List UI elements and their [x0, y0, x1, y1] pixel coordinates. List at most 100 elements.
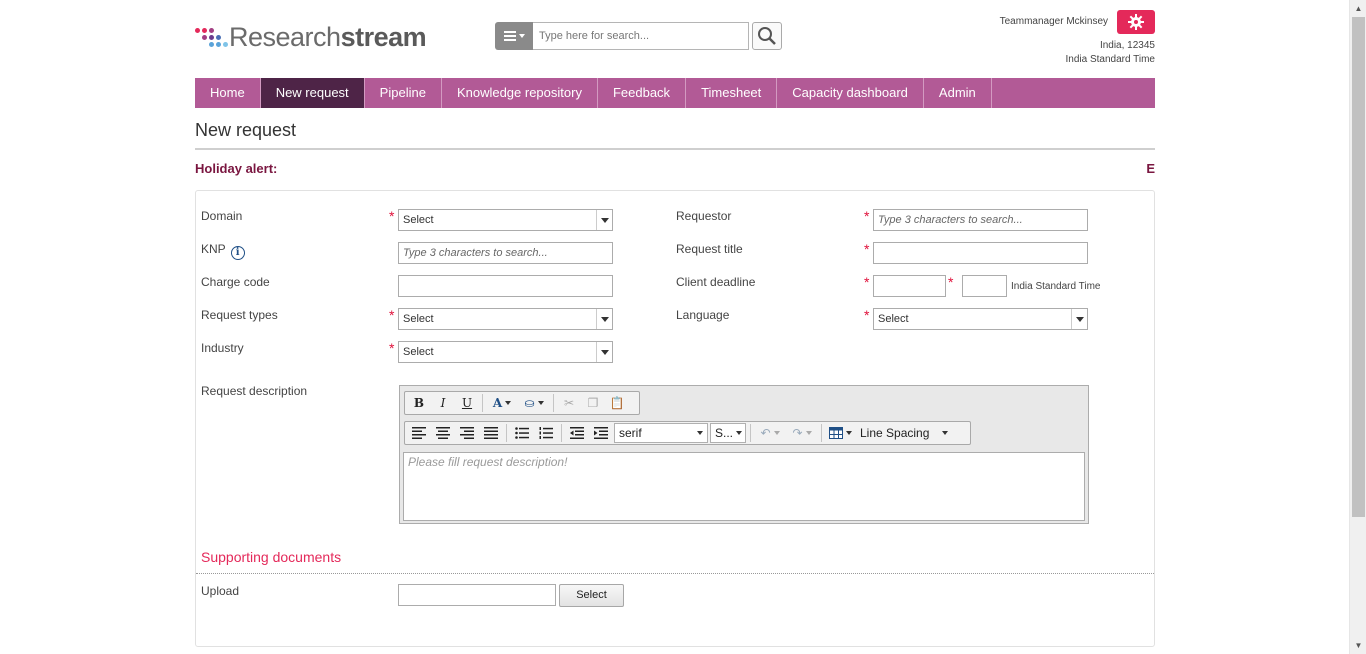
industry-select[interactable]: Select: [398, 341, 613, 363]
language-label: Language: [676, 308, 730, 322]
copy-icon[interactable]: ❐: [582, 393, 604, 413]
request-description-textarea[interactable]: Please fill request description!: [403, 452, 1085, 521]
request-types-select[interactable]: Select: [398, 308, 613, 330]
domain-label: Domain: [201, 209, 243, 223]
request-title-input[interactable]: [873, 242, 1088, 264]
logo[interactable]: Researchstream: [195, 21, 427, 52]
request-types-label: Request types: [201, 308, 278, 322]
user-info: Teammanager Mckinsey India, 12345 India …: [1000, 10, 1155, 67]
align-center-icon[interactable]: [432, 423, 454, 443]
search-menu-button[interactable]: [495, 22, 533, 50]
chevron-down-icon: [596, 309, 612, 329]
industry-label: Industry: [201, 341, 244, 355]
request-title-label: Request title: [676, 242, 743, 256]
outdent-icon[interactable]: [566, 423, 588, 443]
cut-icon[interactable]: ✂: [558, 393, 580, 413]
required-marker: *: [864, 241, 870, 257]
chevron-down-icon: [1071, 309, 1087, 329]
underline-button[interactable]: U: [456, 393, 478, 413]
chevron-down-icon: [596, 342, 612, 362]
nav-pipeline[interactable]: Pipeline: [365, 78, 442, 108]
caret-down-icon: [518, 34, 525, 38]
global-search: [495, 22, 782, 50]
domain-select[interactable]: Select: [398, 209, 613, 231]
numbered-list-icon[interactable]: [535, 423, 557, 443]
deadline-timezone: India Standard Time: [1011, 281, 1101, 292]
upload-file-input[interactable]: [398, 584, 556, 606]
align-right-icon[interactable]: [456, 423, 478, 443]
settings-button[interactable]: [1117, 10, 1155, 34]
nav-home[interactable]: Home: [195, 78, 261, 108]
knp-label: KNP i: [201, 242, 245, 260]
logo-text: Researchstream: [229, 21, 427, 52]
highlight-color-button[interactable]: ⛀: [519, 393, 549, 413]
deadline-date-input[interactable]: [873, 275, 946, 297]
bullet-list-icon[interactable]: [511, 423, 533, 443]
user-name: Teammanager Mckinsey: [999, 16, 1108, 27]
knp-input[interactable]: [398, 242, 613, 264]
search-button[interactable]: [752, 22, 782, 50]
nav-knowledge-repository[interactable]: Knowledge repository: [442, 78, 598, 108]
search-input[interactable]: [533, 22, 749, 50]
font-size-select[interactable]: S...: [710, 423, 746, 443]
info-icon[interactable]: i: [230, 245, 245, 260]
hamburger-icon: [503, 31, 516, 41]
scrollbar-thumb[interactable]: [1352, 17, 1365, 517]
undo-icon[interactable]: ↶: [755, 423, 785, 443]
logo-dots-icon: [195, 25, 229, 49]
required-marker: *: [864, 274, 870, 290]
user-location: India, 12345: [1099, 40, 1155, 51]
select-file-button[interactable]: Select: [559, 584, 624, 607]
chevron-down-icon: [697, 431, 703, 435]
charge-code-label: Charge code: [201, 275, 270, 289]
line-spacing-select[interactable]: Line Spacing: [856, 423, 952, 443]
holiday-alert-label: Holiday alert:: [195, 161, 278, 176]
requestor-input[interactable]: [873, 209, 1088, 231]
requestor-label: Requestor: [676, 209, 732, 223]
nav-timesheet[interactable]: Timesheet: [686, 78, 778, 108]
deadline-time-input[interactable]: [962, 275, 1007, 297]
paste-icon[interactable]: 📋: [606, 393, 628, 413]
chevron-down-icon: [942, 431, 948, 435]
required-marker: *: [389, 340, 395, 356]
bold-button[interactable]: B: [408, 393, 430, 413]
nav-feedback[interactable]: Feedback: [598, 78, 687, 108]
paint-bucket-icon: ⛀: [524, 396, 535, 410]
nav-capacity-dashboard[interactable]: Capacity dashboard: [777, 78, 924, 108]
charge-code-input[interactable]: [398, 275, 613, 297]
font-family-select[interactable]: serif: [614, 423, 708, 443]
page-title: New request: [195, 120, 297, 140]
align-left-icon[interactable]: [408, 423, 430, 443]
nav-admin[interactable]: Admin: [924, 78, 992, 108]
justify-icon[interactable]: [480, 423, 502, 443]
scroll-down-icon[interactable]: ▼: [1350, 637, 1366, 654]
required-marker: *: [864, 208, 870, 224]
nav-new-request[interactable]: New request: [260, 78, 365, 108]
upload-label: Upload: [201, 584, 240, 598]
section-divider: [196, 573, 1154, 574]
table-icon[interactable]: [826, 423, 854, 443]
gear-icon: [1128, 14, 1144, 30]
vertical-scrollbar[interactable]: ▲ ▼: [1349, 0, 1366, 654]
main-nav: Home New request Pipeline Knowledge repo…: [195, 78, 1155, 108]
redo-icon[interactable]: ↷: [787, 423, 817, 443]
required-marker: *: [864, 307, 870, 323]
font-color-button[interactable]: A: [487, 393, 517, 413]
editor-toolbar-row-1: B I U A ⛀ ✂ ❐ 📋: [404, 391, 640, 415]
language-select[interactable]: Select: [873, 308, 1088, 330]
italic-button[interactable]: I: [432, 393, 454, 413]
indent-icon[interactable]: [590, 423, 612, 443]
title-divider: [195, 148, 1155, 150]
holiday-alert-ticker: E: [1146, 161, 1155, 176]
request-form: Domain * Select KNPi Charge code Request…: [195, 190, 1155, 647]
search-icon: [758, 27, 776, 45]
supporting-documents-heading: Supporting documents: [201, 549, 342, 565]
chevron-down-icon: [596, 210, 612, 230]
user-timezone: India Standard Time: [1065, 54, 1156, 65]
client-deadline-label: Client deadline: [676, 275, 756, 289]
required-marker: *: [389, 307, 395, 323]
font-color-icon: A: [492, 396, 503, 410]
rich-text-editor: B I U A ⛀ ✂ ❐ 📋 serif S... ↶ ↷ Line Spac…: [399, 385, 1089, 524]
required-marker: *: [948, 274, 954, 290]
scroll-up-icon[interactable]: ▲: [1350, 0, 1366, 17]
